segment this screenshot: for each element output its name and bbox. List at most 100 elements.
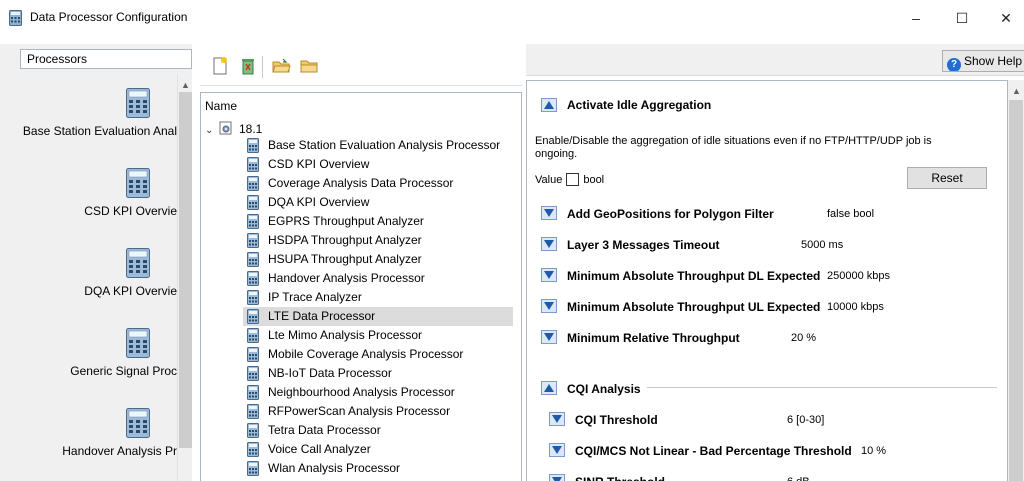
expand-property-button[interactable] — [541, 206, 557, 220]
folder-icon[interactable] — [299, 56, 319, 76]
tree-item[interactable]: LTE Data Processor — [243, 307, 513, 326]
tree-item[interactable]: Base Station Evaluation Analysis Process… — [243, 136, 513, 155]
expand-property-button[interactable] — [541, 330, 557, 344]
reset-button[interactable]: Reset — [907, 167, 987, 189]
property-value: 250000 kbps — [827, 270, 890, 282]
idle-description: Enable/Disable the aggregation of idle s… — [535, 135, 932, 160]
open-folder-icon[interactable] — [271, 56, 291, 76]
processor-item[interactable]: CSD KPI Overvie — [20, 158, 177, 238]
tree-item[interactable]: Mobile Coverage Analysis Processor — [243, 345, 513, 364]
property-row[interactable]: Minimum Absolute Throughput DL Expected 2… — [541, 267, 1001, 285]
property-value: 6 dB — [787, 473, 810, 481]
minimize-button[interactable]: – — [893, 6, 939, 30]
tree-item-label: LTE Data Processor — [268, 309, 376, 323]
show-help-button[interactable]: ? Show Help — [942, 50, 1024, 72]
scroll-up-icon[interactable]: ▲ — [181, 80, 190, 90]
triangle-down-icon — [552, 446, 562, 454]
scrollbar-thumb[interactable] — [179, 92, 192, 448]
property-value: 20 % — [791, 332, 817, 344]
property-row[interactable]: Add GeoPositions for Polygon Filter false… — [541, 205, 1001, 223]
tree-item[interactable]: Coverage Analysis Data Processor — [243, 174, 513, 193]
tree-item-label: Neighbourhood Analysis Processor — [268, 385, 455, 399]
processor-item[interactable]: Generic Signal Proc — [20, 318, 177, 398]
tree-item-label: RFPowerScan Analysis Processor — [268, 404, 451, 418]
processors-header: Processors — [20, 49, 192, 69]
tree-item[interactable]: Voice Call Analyzer — [243, 440, 513, 459]
tree-item[interactable]: EGPRS Throughput Analyzer — [243, 212, 513, 231]
collapse-idle-button[interactable] — [541, 98, 557, 112]
tree-column-header[interactable]: Name — [205, 99, 237, 113]
processors-panel: Processors Base Station Evaluation Anal … — [0, 44, 192, 481]
property-value: 10 % — [861, 445, 887, 457]
tree-item-label: IP Trace Analyzer — [268, 290, 362, 304]
new-document-icon[interactable] — [210, 56, 230, 76]
tree-item[interactable]: DQA KPI Overview — [243, 193, 513, 212]
processor-item[interactable]: DQA KPI Overvie — [20, 238, 177, 318]
tree-item[interactable]: Lte Mimo Analysis Processor — [243, 326, 513, 345]
scroll-up-icon[interactable]: ▲ — [1012, 86, 1021, 96]
calculator-icon — [247, 252, 259, 267]
expand-property-button[interactable] — [541, 299, 557, 313]
processor-item[interactable]: Handover Analysis Pr — [20, 398, 177, 478]
property-row[interactable]: Minimum Relative Throughput 20 % — [541, 329, 1001, 347]
property-row[interactable]: Layer 3 Messages Timeout 5000 ms — [541, 236, 1001, 254]
app-calculator-icon — [9, 10, 22, 26]
calculator-icon — [126, 168, 150, 198]
processor-label: Base Station Evaluation Anal — [22, 124, 177, 138]
tree-item-label: HSUPA Throughput Analyzer — [268, 252, 422, 266]
calculator-icon — [247, 214, 259, 229]
idle-value-row: Value bool — [535, 173, 604, 186]
tree-item-label: Voice Call Analyzer — [268, 442, 371, 456]
collapse-cqi-button[interactable] — [541, 381, 557, 395]
idle-value-checkbox[interactable] — [566, 173, 580, 186]
tree-item[interactable]: Tetra Data Processor — [243, 421, 513, 440]
triangle-down-icon — [544, 240, 554, 248]
tree-item[interactable]: Wlan Analysis Processor — [243, 459, 513, 478]
tree-item[interactable]: IP Trace Analyzer — [243, 288, 513, 307]
property-value: 10000 kbps — [827, 301, 884, 313]
calculator-icon — [247, 290, 259, 305]
tree-item-label: Coverage Analysis Data Processor — [268, 176, 454, 190]
cqi-property-row[interactable]: CQI Threshold 6 [0-30] — [549, 411, 999, 429]
cqi-property-row[interactable]: SINR Threshold 6 dB — [549, 473, 999, 481]
expand-property-button[interactable] — [549, 443, 565, 457]
tree-item[interactable]: Handover Analysis Processor — [243, 269, 513, 288]
tree-item-label: NB-IoT Data Processor — [268, 366, 392, 380]
tree-item[interactable]: Neighbourhood Analysis Processor — [243, 383, 513, 402]
triangle-down-icon — [544, 302, 554, 310]
processors-scrollbar[interactable]: ▲ — [177, 74, 192, 481]
expand-property-button[interactable] — [541, 268, 557, 282]
tree-item-label: DQA KPI Overview — [268, 195, 370, 209]
expand-property-button[interactable] — [549, 474, 565, 481]
property-scrollbar[interactable]: ▲ — [1008, 80, 1024, 481]
expand-property-button[interactable] — [549, 412, 565, 426]
tree-item[interactable]: CSD KPI Overview — [243, 155, 513, 174]
help-icon: ? — [947, 58, 961, 71]
expand-property-button[interactable] — [541, 237, 557, 251]
property-name: Minimum Relative Throughput — [567, 331, 740, 345]
tree-item-label: Wlan Analysis Processor — [268, 461, 401, 475]
maximize-button[interactable]: ☐ — [939, 6, 985, 30]
triangle-down-icon — [544, 209, 554, 217]
tree-item-label: Handover Analysis Processor — [268, 271, 425, 285]
cqi-section-title: CQI Analysis — [567, 382, 641, 396]
close-button[interactable]: ✕ — [983, 6, 1024, 30]
tree-item-label: CSD KPI Overview — [268, 157, 370, 171]
calculator-icon — [247, 404, 259, 419]
property-name: SINR Threshold — [575, 473, 665, 481]
calculator-icon — [247, 423, 259, 438]
chevron-down-icon[interactable]: ⌄ — [205, 122, 219, 140]
processor-item[interactable]: Base Station Evaluation Anal — [20, 78, 177, 158]
tree-item[interactable]: HSUPA Throughput Analyzer — [243, 250, 513, 269]
tree-item[interactable]: RFPowerScan Analysis Processor — [243, 402, 513, 421]
tree-toolbar — [200, 44, 522, 86]
tree-item[interactable]: NB-IoT Data Processor — [243, 364, 513, 383]
property-value: 6 [0-30] — [787, 414, 825, 426]
delete-icon[interactable] — [238, 56, 258, 76]
value-type: bool — [583, 174, 605, 186]
tree-root-label: 18.1 — [239, 122, 263, 136]
cqi-property-row[interactable]: CQI/MCS Not Linear - Bad Percentage Thre… — [549, 442, 999, 460]
tree-item[interactable]: HSDPA Throughput Analyzer — [243, 231, 513, 250]
property-row[interactable]: Minimum Absolute Throughput UL Expected 1… — [541, 298, 1001, 316]
scrollbar-thumb[interactable] — [1009, 100, 1023, 481]
